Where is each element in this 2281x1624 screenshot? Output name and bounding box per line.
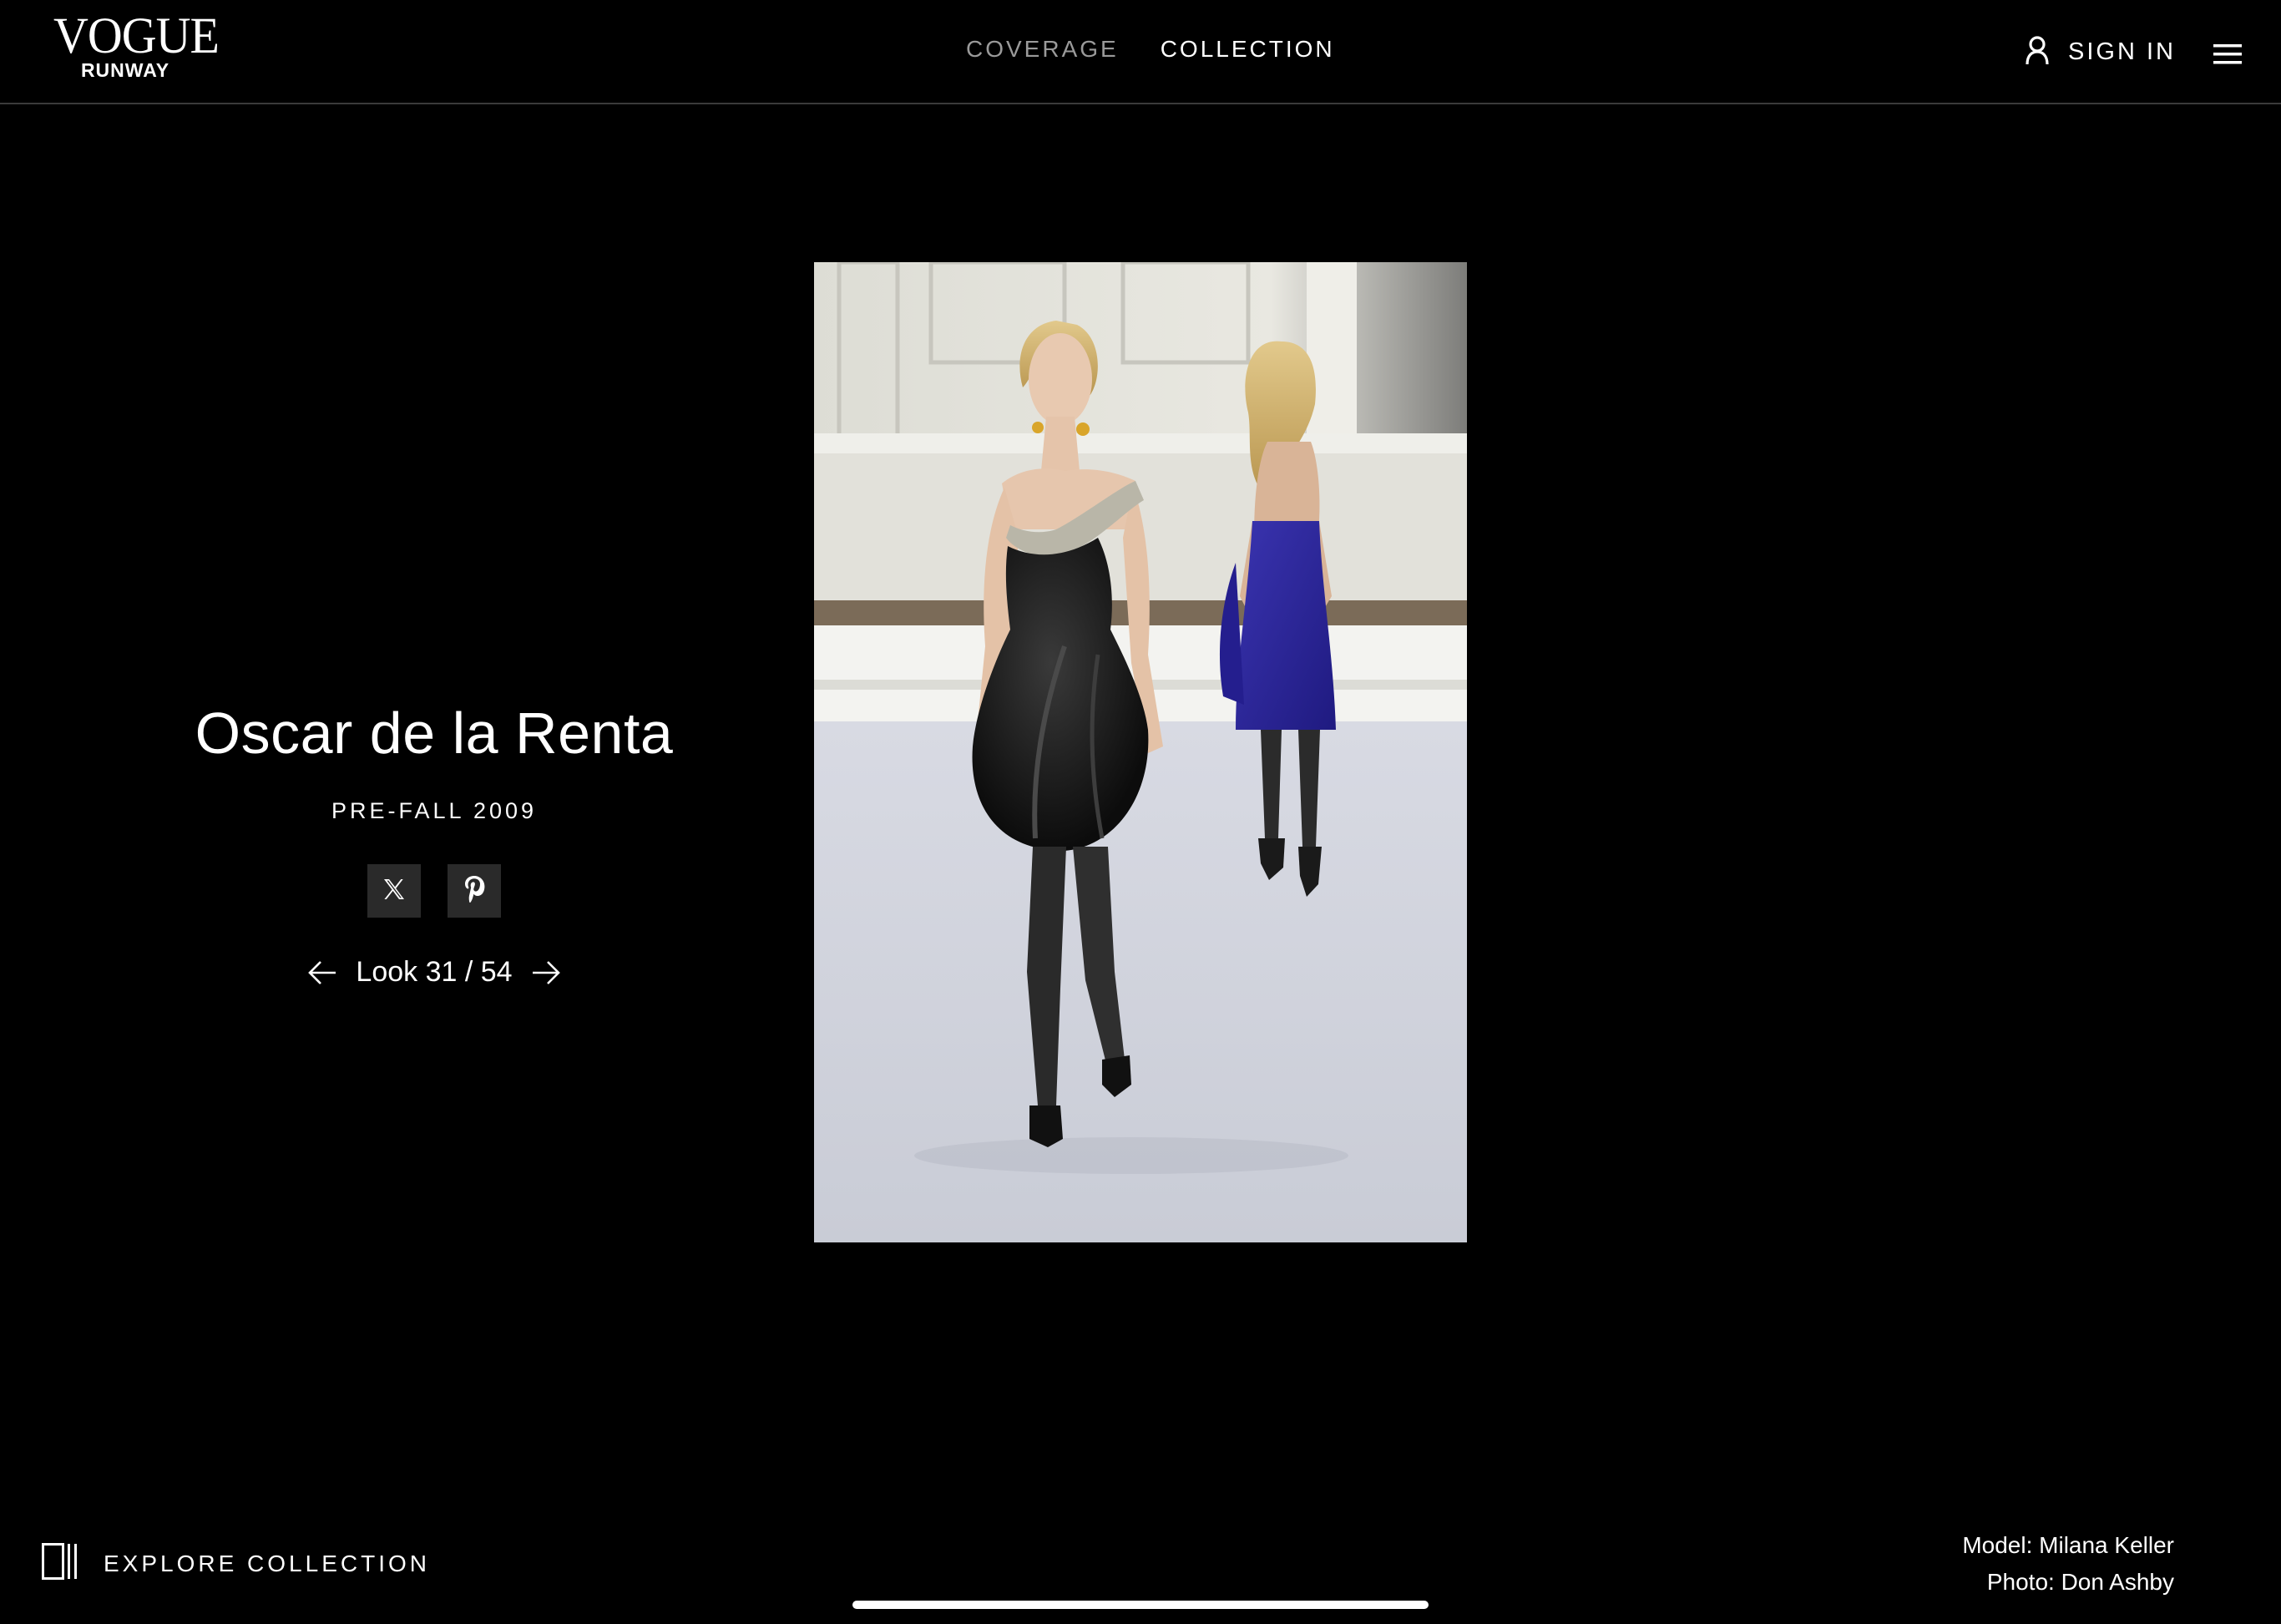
arrow-left-icon bbox=[308, 960, 336, 984]
arrow-right-icon bbox=[532, 960, 560, 984]
tab-collection[interactable]: COLLECTION bbox=[1161, 36, 1335, 63]
sign-in-button[interactable]: SIGN IN bbox=[2025, 35, 2176, 69]
runway-page: VOGUE RUNWAY COVERAGE COLLECTION SIGN IN bbox=[0, 0, 2281, 1624]
hamburger-menu-icon[interactable] bbox=[2213, 42, 2242, 67]
vogue-runway-logo[interactable]: VOGUE RUNWAY bbox=[53, 7, 220, 80]
runway-photo-illustration bbox=[814, 262, 1467, 1242]
explore-collection-button[interactable]: EXPLORE COLLECTION bbox=[42, 1543, 430, 1584]
x-twitter-icon bbox=[382, 877, 407, 906]
logo-vogue-text: VOGUE bbox=[53, 7, 220, 64]
gallery-grid-icon bbox=[42, 1543, 78, 1584]
share-pinterest-button[interactable] bbox=[448, 864, 501, 918]
share-x-button[interactable] bbox=[367, 864, 421, 918]
pinterest-icon bbox=[463, 874, 486, 908]
main-nav: COVERAGE COLLECTION bbox=[966, 36, 1335, 63]
model-credit: Model: Milana Keller bbox=[1962, 1532, 2174, 1558]
designer-name: Oscar de la Renta bbox=[195, 701, 674, 766]
site-header: VOGUE RUNWAY COVERAGE COLLECTION SIGN IN bbox=[0, 0, 2281, 104]
previous-look-button[interactable] bbox=[307, 959, 337, 986]
explore-collection-label: EXPLORE COLLECTION bbox=[104, 1550, 430, 1576]
photographer-credit: Photo: Don Ashby bbox=[1986, 1569, 2174, 1595]
photo-credits: Model: Milana Keller Photo: Don Ashby bbox=[1962, 1527, 2174, 1601]
look-navigator: Look 31 / 54 bbox=[100, 956, 768, 989]
show-info-panel: Oscar de la Renta PRE-FALL 2009 Look 31 … bbox=[100, 693, 768, 989]
home-indicator-bar[interactable] bbox=[852, 1601, 1429, 1609]
sign-in-label: SIGN IN bbox=[2068, 38, 2176, 65]
season-label: PRE-FALL 2009 bbox=[331, 798, 538, 823]
look-counter: Look 31 / 54 bbox=[356, 956, 513, 988]
user-icon bbox=[2025, 35, 2050, 69]
runway-look-photo[interactable] bbox=[814, 262, 1467, 1242]
tab-coverage[interactable]: COVERAGE bbox=[966, 36, 1119, 63]
share-buttons bbox=[100, 864, 768, 918]
next-look-button[interactable] bbox=[531, 959, 561, 986]
